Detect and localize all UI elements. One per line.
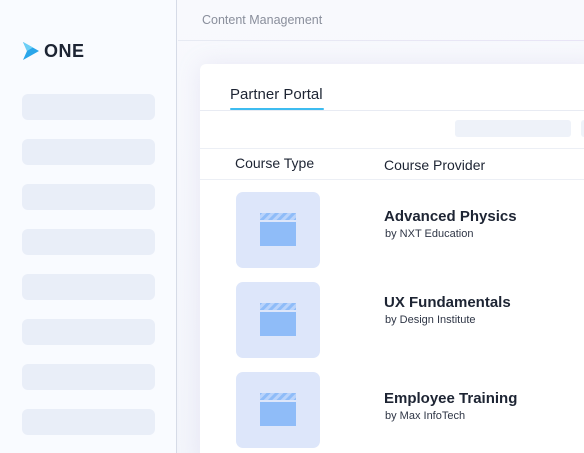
- brand-name: ONE: [44, 40, 85, 61]
- search-input-placeholder[interactable]: [455, 120, 571, 137]
- brand-logo[interactable]: ONE: [22, 40, 85, 62]
- course-provider: by Design Institute: [385, 314, 476, 326]
- table-row[interactable]: Advanced Physics by NXT Education: [200, 192, 584, 282]
- sidebar-item-placeholder[interactable]: [22, 274, 155, 300]
- tab-partner-portal[interactable]: Partner Portal: [230, 86, 323, 103]
- course-provider: by Max InfoTech: [385, 410, 466, 422]
- app-window: ONE Content Management Partner Portal Co…: [0, 0, 584, 453]
- sidebar-item-placeholder[interactable]: [22, 409, 155, 435]
- course-thumbnail[interactable]: [236, 372, 320, 448]
- logo-mark-icon: [23, 42, 39, 60]
- sidebar-item-placeholder[interactable]: [22, 229, 155, 255]
- table-row[interactable]: UX Fundamentals by Design Institute: [200, 282, 584, 372]
- course-title[interactable]: Employee Training: [384, 390, 517, 407]
- course-thumbnail[interactable]: [236, 282, 320, 358]
- video-clapperboard-icon: [260, 213, 296, 246]
- video-clapperboard-icon: [260, 393, 296, 426]
- table-row[interactable]: Employee Training by Max InfoTech: [200, 372, 584, 453]
- sidebar-item-placeholder[interactable]: [22, 184, 155, 210]
- sidebar-item-placeholder[interactable]: [22, 94, 155, 120]
- header-divider: [178, 40, 584, 41]
- breadcrumb[interactable]: Content Management: [202, 13, 322, 27]
- sidebar-nav: [22, 94, 155, 453]
- video-clapperboard-icon: [260, 303, 296, 336]
- content-card: Partner Portal Course Type Course Provid…: [200, 64, 584, 453]
- course-thumbnail[interactable]: [236, 192, 320, 268]
- column-header-course-type[interactable]: Course Type: [235, 155, 314, 171]
- tabs-divider: [200, 110, 584, 111]
- sidebar-item-placeholder[interactable]: [22, 364, 155, 390]
- sidebar-item-placeholder[interactable]: [22, 139, 155, 165]
- column-header-course-provider[interactable]: Course Provider: [384, 157, 485, 173]
- sidebar: ONE: [0, 0, 177, 453]
- sidebar-item-placeholder[interactable]: [22, 319, 155, 345]
- course-provider: by NXT Education: [385, 228, 474, 240]
- course-title[interactable]: UX Fundamentals: [384, 294, 511, 311]
- table-header: Course Type Course Provider: [200, 148, 584, 180]
- course-title[interactable]: Advanced Physics: [384, 208, 517, 225]
